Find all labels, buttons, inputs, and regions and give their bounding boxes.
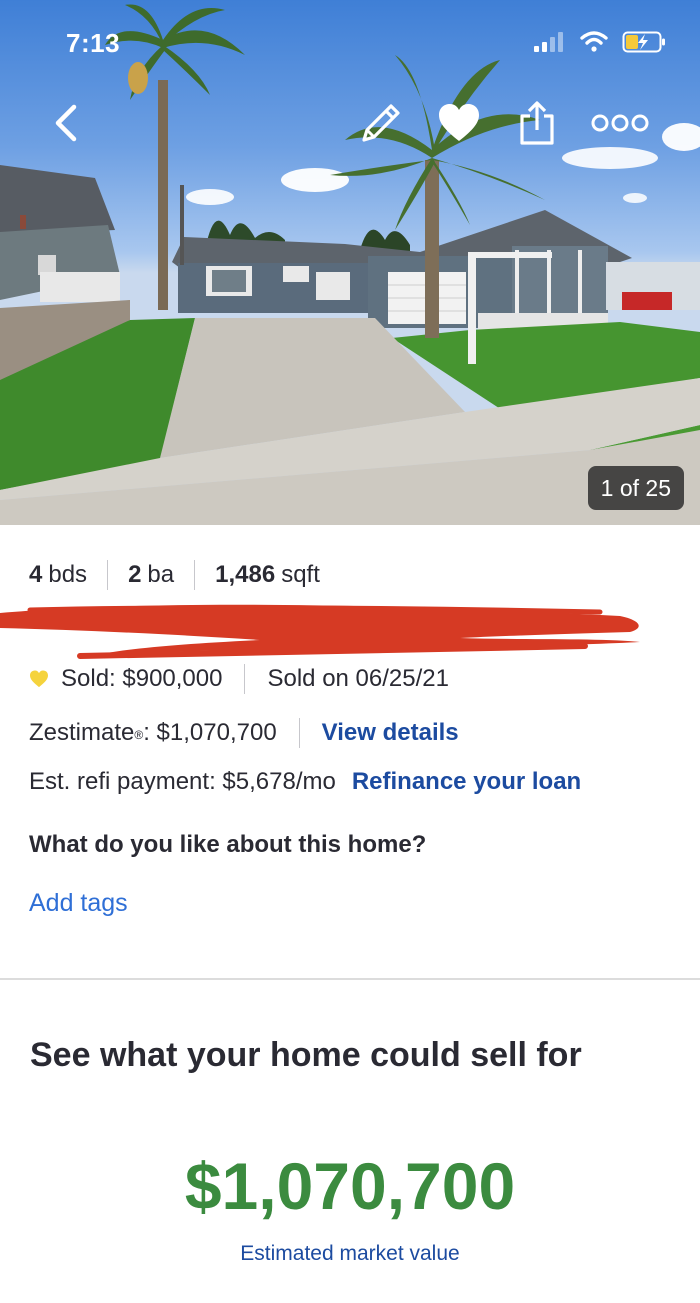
zestimate-label: Zestimate bbox=[29, 719, 135, 746]
wifi-icon bbox=[580, 31, 608, 52]
save-home-button[interactable] bbox=[434, 98, 484, 148]
view-details-link[interactable]: View details bbox=[322, 719, 459, 747]
sqft-unit: sqft bbox=[281, 561, 320, 588]
sold-info: Sold: $900,000 Sold on 06/25/21 bbox=[29, 664, 449, 694]
refinance-link[interactable]: Refinance your loan bbox=[352, 768, 581, 796]
sqft-count: 1,486 bbox=[215, 561, 276, 588]
baths-count: 2 bbox=[128, 561, 142, 588]
add-tags-link[interactable]: Add tags bbox=[29, 889, 128, 918]
divider bbox=[244, 664, 246, 694]
registered-mark: ® bbox=[134, 728, 144, 742]
sold-date: Sold on 06/25/21 bbox=[267, 665, 449, 692]
sell-heading: See what your home could sell for bbox=[30, 1036, 582, 1074]
listing-photo[interactable]: 7:13 1 of 25 bbox=[0, 0, 700, 525]
zestimate-value: : $1,070,700 bbox=[143, 719, 277, 746]
edit-button[interactable] bbox=[356, 98, 406, 148]
refi-payment: Est. refi payment: $5,678/mo bbox=[29, 768, 336, 795]
signal-icon bbox=[534, 32, 563, 52]
battery-charging-icon bbox=[622, 31, 665, 53]
more-icon bbox=[591, 114, 649, 132]
share-icon bbox=[520, 101, 554, 145]
section-divider bbox=[0, 978, 700, 980]
refi-row: Est. refi payment: $5,678/mo Refinance y… bbox=[29, 768, 581, 796]
more-options-button[interactable] bbox=[590, 98, 650, 148]
status-bar: 7:13 bbox=[0, 0, 700, 90]
divider bbox=[298, 718, 300, 748]
zestimate-row: Zestimate ®: $1,070,700 View details bbox=[29, 718, 459, 748]
baths-unit: ba bbox=[147, 561, 175, 588]
photo-counter: 1 of 25 bbox=[587, 466, 684, 510]
home-facts: 4 bds 2 ba 1,486 sqft bbox=[29, 560, 320, 590]
back-button[interactable] bbox=[40, 98, 90, 148]
beds-count: 4 bbox=[29, 561, 43, 588]
tags-question: What do you like about this home? bbox=[29, 831, 427, 858]
estimated-value: $1,070,700 bbox=[184, 1149, 516, 1223]
status-time: 7:13 bbox=[66, 28, 121, 58]
divider bbox=[107, 560, 109, 590]
heart-icon bbox=[439, 104, 479, 141]
pencil-icon bbox=[362, 104, 400, 142]
redaction-scribble bbox=[0, 604, 640, 659]
chevron-left-icon bbox=[55, 104, 77, 142]
heart-icon bbox=[30, 670, 48, 688]
share-button[interactable] bbox=[512, 98, 562, 148]
estimated-value-caption: Estimated market value bbox=[240, 1242, 460, 1265]
sold-price: Sold: $900,000 bbox=[61, 665, 223, 692]
status-icons bbox=[534, 30, 666, 54]
divider bbox=[194, 560, 196, 590]
beds-unit: bds bbox=[48, 561, 88, 588]
